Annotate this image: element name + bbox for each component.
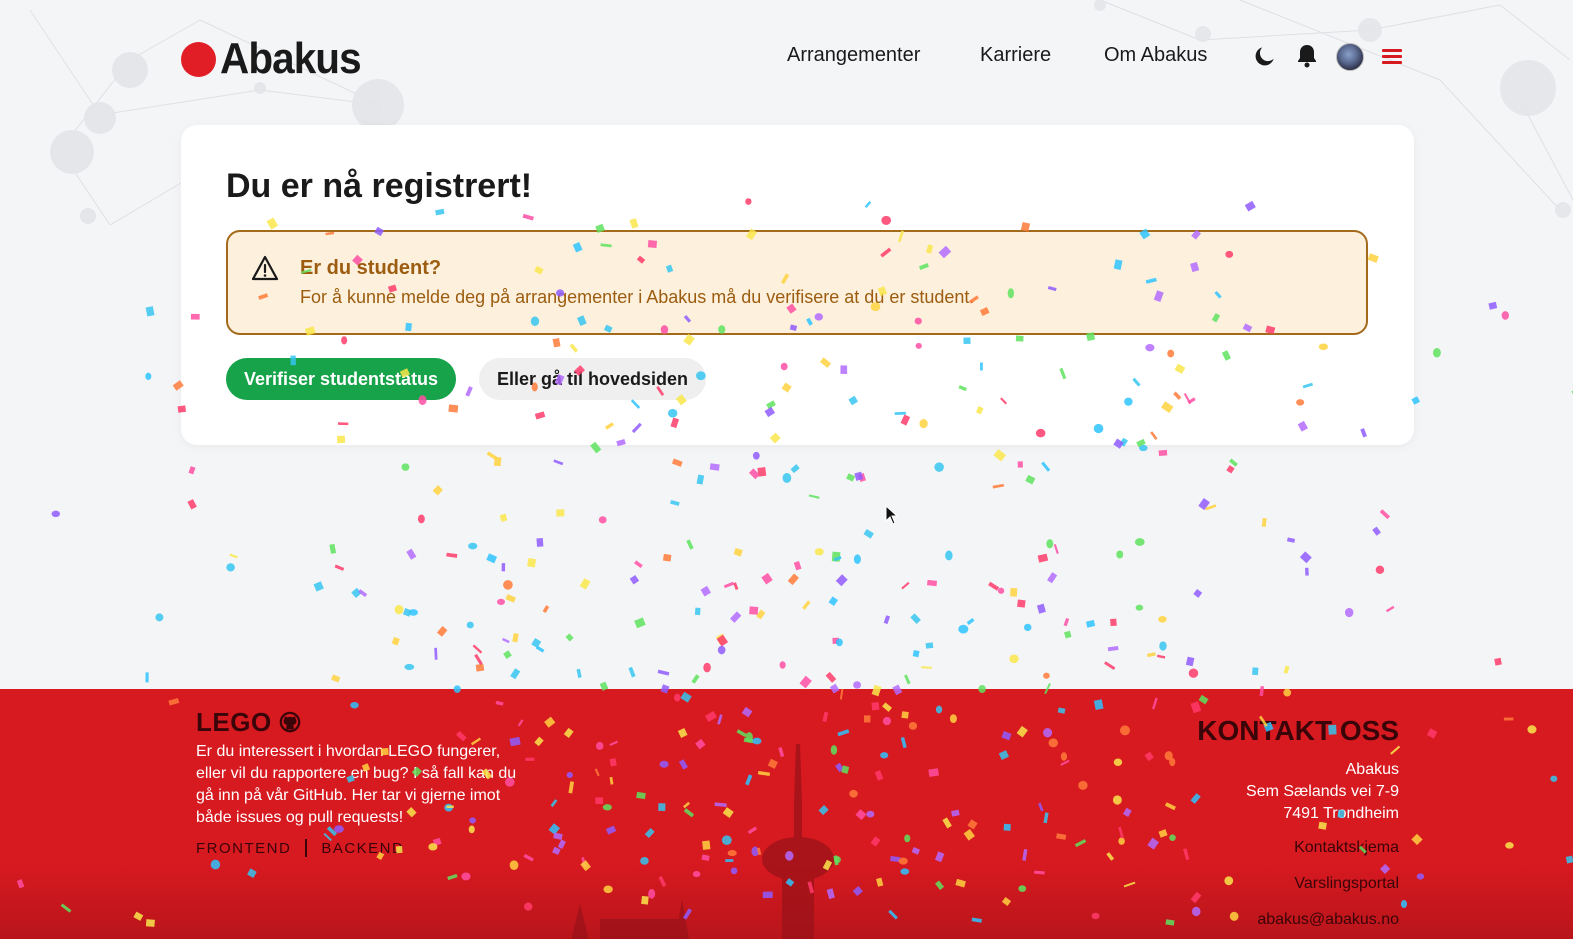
avatar[interactable]	[1336, 43, 1364, 71]
trondheim-skyline-decoration	[571, 744, 834, 939]
site-header: Abakus Arrangementer Karriere Om Abakus	[0, 0, 1573, 115]
nav-item-karriere[interactable]: Karriere	[980, 44, 1051, 67]
github-icon[interactable]	[279, 711, 301, 733]
bell-icon[interactable]	[1293, 42, 1321, 70]
moon-icon[interactable]	[1251, 42, 1279, 70]
alert-title: Er du student?	[300, 257, 442, 279]
whistleblowing-portal-link[interactable]: Varslingsportal	[1294, 875, 1399, 893]
email-link[interactable]: abakus@abakus.no	[1257, 911, 1399, 929]
address-city: 7491 Trondheim	[1283, 805, 1399, 822]
github-links: FRONTEND BACKEND	[196, 839, 404, 857]
lego-title: LEGO	[196, 707, 301, 738]
address-name: Abakus	[1345, 761, 1399, 778]
lego-description: Er du interessert i hvordan LEGO fungere…	[196, 743, 517, 826]
go-to-homepage-button[interactable]: Eller gå til hovedsiden	[479, 358, 707, 400]
warning-icon	[251, 255, 279, 286]
page-title: Du er nå registrert!	[226, 167, 533, 205]
verify-student-status-button[interactable]: Verifiser studentstatus	[226, 358, 457, 400]
nav-item-arrangementer[interactable]: Arrangementer	[787, 44, 920, 67]
alert-text: For å kunne melde deg på arrangementer i…	[300, 287, 975, 307]
logo-text: Abakus	[220, 34, 362, 83]
student-warning-alert: Er du student? For å kunne melde deg på …	[226, 230, 1368, 335]
lego-title-text: LEGO	[196, 707, 272, 737]
logo-dot-icon	[181, 41, 216, 77]
nav-item-om-abakus[interactable]: Om Abakus	[1104, 44, 1207, 67]
contact-form-link[interactable]: Kontaktskjema	[1294, 839, 1399, 857]
registration-success-card: Du er nå registrert! Er du student? For …	[181, 125, 1414, 445]
contact-title: KONTAKT OSS	[1197, 715, 1399, 746]
site-footer: LEGO Er du interessert i hvordan LEGO fu…	[0, 689, 1573, 939]
abakus-logo[interactable]: Abakus	[181, 34, 373, 84]
backend-link[interactable]: BACKEND	[321, 840, 404, 857]
divider	[305, 839, 308, 857]
menu-icon[interactable]	[1378, 42, 1406, 70]
mouse-cursor-icon	[885, 505, 899, 525]
frontend-link[interactable]: FRONTEND	[196, 840, 291, 857]
address-street: Sem Sælands vei 7-9	[1246, 783, 1399, 800]
